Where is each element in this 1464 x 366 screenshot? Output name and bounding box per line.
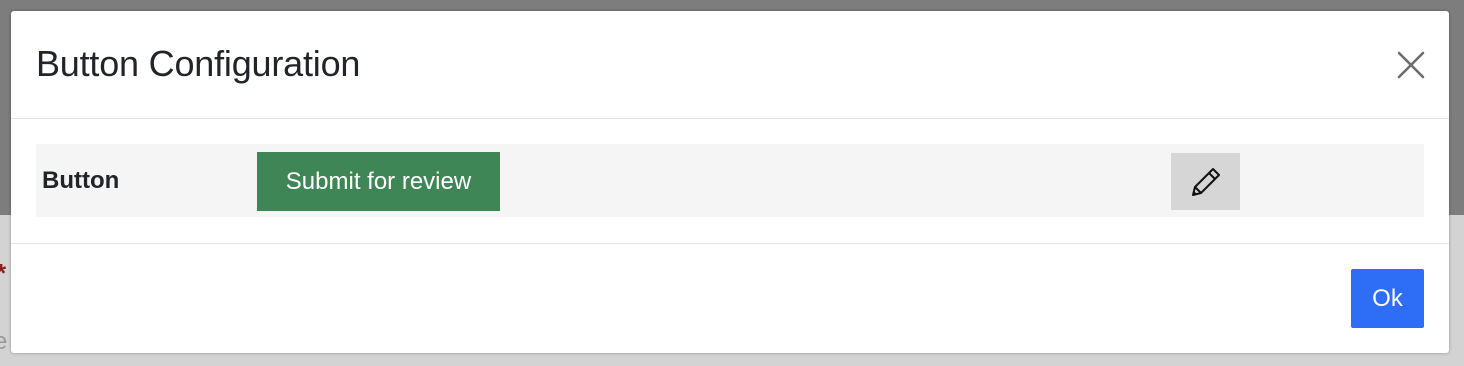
dialog-body: Button Submit for review <box>11 119 1449 244</box>
row-label: Button <box>42 167 120 194</box>
close-button[interactable] <box>1395 49 1427 81</box>
background-text-fragment: e <box>0 328 8 355</box>
dialog-footer: Ok <box>11 244 1449 353</box>
button-config-row: Button Submit for review <box>36 144 1424 217</box>
close-icon <box>1397 51 1425 79</box>
dialog-header: Button Configuration <box>11 11 1449 119</box>
submit-for-review-button[interactable]: Submit for review <box>257 152 500 211</box>
background-required-marker: * <box>0 258 6 289</box>
button-configuration-dialog: Button Configuration Button Submit for r… <box>11 11 1449 353</box>
ok-button[interactable]: Ok <box>1351 269 1424 328</box>
edit-button[interactable] <box>1171 153 1240 210</box>
dialog-title: Button Configuration <box>36 43 361 84</box>
pencil-icon <box>1192 168 1220 196</box>
